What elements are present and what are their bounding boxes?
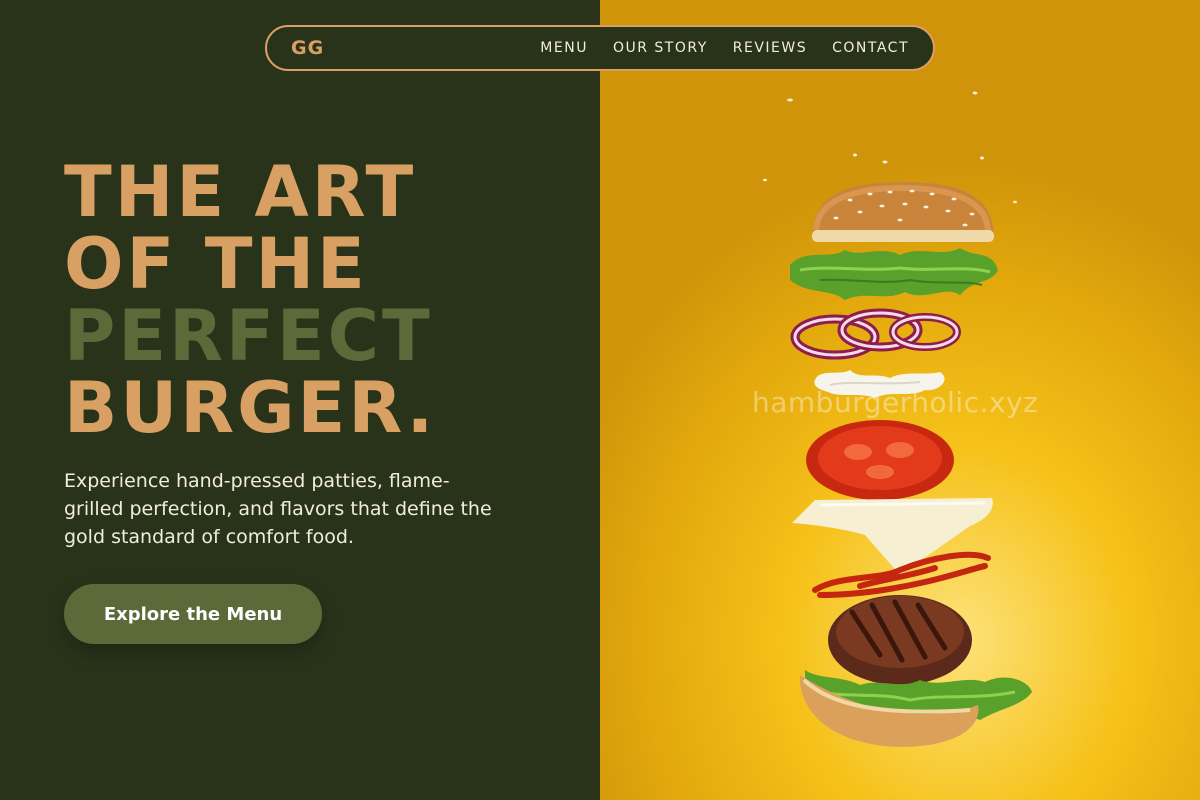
nav-link-our-story[interactable]: OUR STORY bbox=[613, 40, 708, 56]
navbar: GG MENU OUR STORY REVIEWS CONTACT bbox=[265, 25, 935, 71]
tomato-slice bbox=[806, 420, 954, 500]
cheese-slice bbox=[792, 498, 993, 575]
lettuce-top bbox=[790, 248, 998, 300]
nav-link-menu[interactable]: MENU bbox=[540, 40, 588, 56]
hero-subtext: Experience hand-pressed patties, flame-g… bbox=[64, 470, 492, 548]
nav-links: MENU OUR STORY REVIEWS CONTACT bbox=[540, 40, 909, 56]
hero-headline: THE ART OF THE PERFECT BURGER. bbox=[64, 156, 436, 444]
nav-link-reviews[interactable]: REVIEWS bbox=[733, 40, 807, 56]
watermark-text: hamburgerholic.xyz bbox=[752, 386, 1039, 419]
explore-menu-button[interactable]: Explore the Menu bbox=[64, 584, 322, 644]
headline-line-1: THE ART bbox=[64, 151, 417, 233]
headline-line-3: PERFECT bbox=[64, 295, 433, 377]
headline-line-2: OF THE bbox=[64, 223, 368, 305]
top-bun bbox=[812, 182, 994, 242]
beef-patty bbox=[828, 595, 972, 685]
nav-link-contact[interactable]: CONTACT bbox=[832, 40, 909, 56]
onion-rings bbox=[790, 308, 961, 360]
headline-line-4: BURGER. bbox=[64, 367, 437, 449]
brand-logo[interactable]: GG bbox=[291, 37, 324, 59]
floating-burger-image bbox=[763, 91, 1032, 747]
